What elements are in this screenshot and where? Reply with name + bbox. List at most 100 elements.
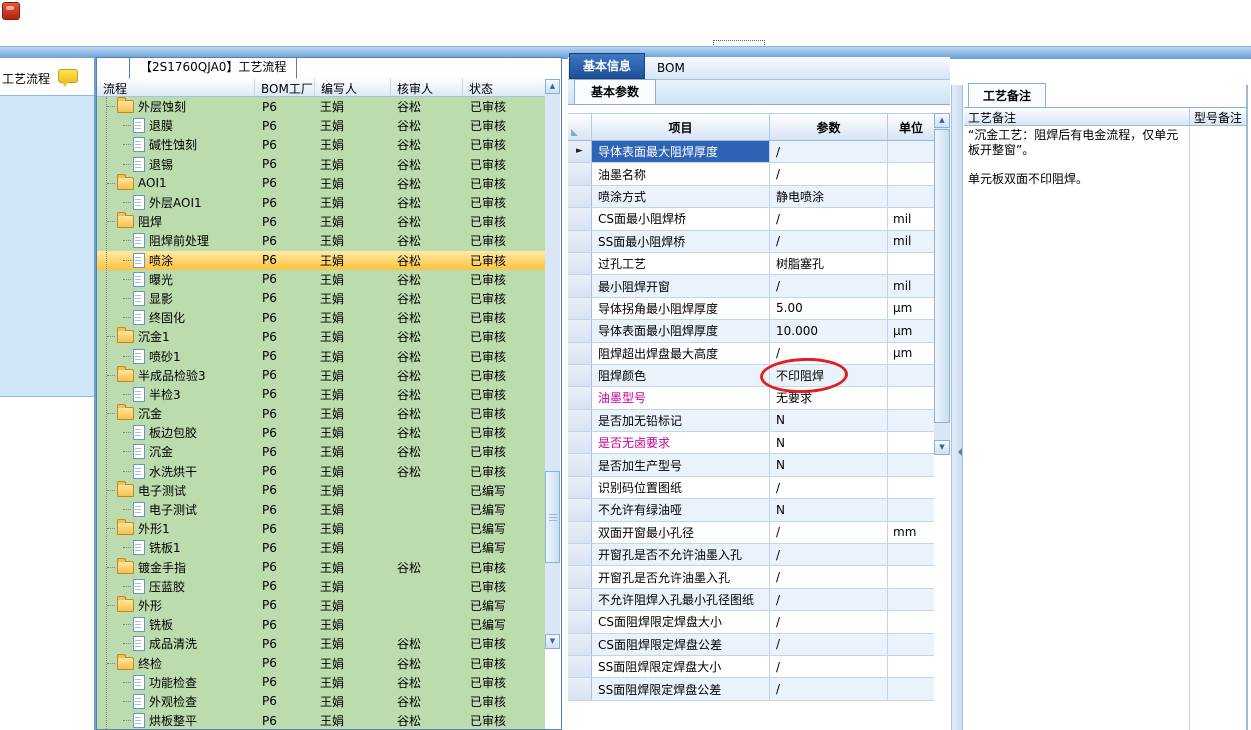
param-value-cell[interactable]: / [770,611,888,634]
param-value-cell[interactable]: 5.00 [770,297,888,321]
param-item-cell[interactable]: 油墨名称 [592,163,770,186]
scroll-up-icon[interactable]: ▲ [545,79,560,94]
col-header-value[interactable]: 参数 [770,114,888,140]
param-value-cell[interactable]: / [770,141,888,164]
process-row[interactable]: 功能检查 P6 王娟 谷松 已审核 [97,673,545,692]
col-header-item[interactable]: 项目 [592,114,770,140]
process-row[interactable]: 外形 P6 王娟 已编写 [97,595,545,615]
process-row[interactable]: 退锡 P6 王娟 谷松 已审核 [97,155,545,174]
process-row[interactable]: 外层蚀刻 P6 王娟 谷松 已审核 [97,97,545,116]
process-window-title-tab[interactable]: 【2S1760QJA0】工艺流程 [129,57,298,79]
param-row[interactable]: ► 导体表面最大阻焊厚度 / [568,141,934,164]
param-value-cell[interactable]: / [770,275,888,298]
param-item-cell[interactable]: 导体表面最小阻焊厚度 [592,320,770,343]
param-value-cell[interactable]: / [770,230,888,253]
process-row[interactable]: 终固化 P6 王娟 谷松 已审核 [97,308,545,327]
col-header-factory[interactable]: BOM工厂 [255,78,315,96]
process-row[interactable]: 电子测试 P6 王娟 已编写 [97,480,545,500]
param-row[interactable]: 油墨型号 无要求 [568,387,934,410]
param-item-cell[interactable]: 过孔工艺 [592,252,770,276]
param-value-cell[interactable]: / [770,566,888,589]
param-value-cell[interactable]: / [770,476,888,500]
param-row[interactable]: SS面阻焊限定焊盘大小 / [568,655,934,679]
param-item-cell[interactable]: 阻焊超出焊盘最大高度 [592,342,770,365]
process-row[interactable]: 半检3 P6 王娟 谷松 已审核 [97,385,545,404]
param-value-cell[interactable]: N [770,454,888,477]
col-header-reviewer[interactable]: 核审人 [391,78,463,96]
param-item-cell[interactable]: CS面阻焊限定焊盘公差 [592,633,770,656]
param-row[interactable]: 导体拐角最小阻焊厚度 5.00 μm [568,297,934,321]
param-value-cell[interactable]: N [770,499,888,522]
process-row[interactable]: 压蓝胶 P6 王娟 已审核 [97,577,545,596]
param-row[interactable]: CS面阻焊限定焊盘公差 / [568,633,934,656]
param-item-cell[interactable]: SS面阻焊限定焊盘大小 [592,655,770,679]
process-row[interactable]: 外观检查 P6 王娟 谷松 已审核 [97,692,545,711]
process-row[interactable]: 外层AOI1 P6 王娟 谷松 已审核 [97,193,545,212]
process-row[interactable]: 退膜 P6 王娟 谷松 已审核 [97,116,545,135]
param-item-cell[interactable]: CS面阻焊限定焊盘大小 [592,611,770,634]
model-notes-cell[interactable] [1190,126,1246,730]
process-row[interactable]: 板边包胶 P6 王娟 谷松 已审核 [97,423,545,442]
param-row[interactable]: 不允许阻焊入孔最小孔径图纸 / [568,588,934,612]
scroll-thumb[interactable] [545,471,560,563]
process-row[interactable]: 喷涂 P6 王娟 谷松 已审核 [97,250,545,270]
param-item-cell[interactable]: SS面最小阻焊桥 [592,230,770,253]
param-item-cell[interactable]: 最小阻焊开窗 [592,275,770,298]
scroll-thumb[interactable] [934,129,950,423]
tab-process-notes[interactable]: 工艺备注 [968,83,1047,107]
param-row[interactable]: 最小阻焊开窗 / mil [568,275,934,298]
param-row[interactable]: SS面最小阻焊桥 / mil [568,230,934,253]
param-value-cell[interactable]: / [770,678,888,701]
process-row[interactable]: 半成品检验3 P6 王娟 谷松 已审核 [97,365,545,385]
col-header-writer[interactable]: 编写人 [315,78,391,96]
param-item-cell[interactable]: 识别码位置图纸 [592,476,770,500]
process-row[interactable]: 曝光 P6 王娟 谷松 已审核 [97,270,545,289]
process-row[interactable]: 终检 P6 王娟 谷松 已审核 [97,653,545,672]
param-value-cell[interactable]: 树脂塞孔 [770,252,888,276]
process-row[interactable]: 沉金 P6 王娟 谷松 已审核 [97,404,545,423]
param-value-cell[interactable]: / [770,544,888,567]
param-value-cell[interactable]: 不印阻焊 [770,364,888,388]
scroll-down-icon[interactable]: ▼ [545,634,560,649]
param-item-cell[interactable]: 是否加生产型号 [592,454,770,477]
param-row[interactable]: 开窗孔是否不允许油墨入孔 / [568,544,934,567]
param-item-cell[interactable]: 开窗孔是否允许油墨入孔 [592,566,770,589]
process-scrollbar[interactable]: ▲ ▼ [545,79,560,649]
process-row[interactable]: 沉金1 P6 王娟 谷松 已审核 [97,327,545,346]
param-value-cell[interactable]: 静电喷涂 [770,185,888,209]
param-row[interactable]: 开窗孔是否允许油墨入孔 / [568,566,934,589]
param-item-cell[interactable]: 不允许阻焊入孔最小孔径图纸 [592,588,770,612]
tab-basic-params[interactable]: 基本参数 [574,79,657,104]
tab-basic-info[interactable]: 基本信息 [569,53,646,79]
process-row[interactable]: 阻焊前处理 P6 王娟 谷松 已审核 [97,231,545,250]
param-item-cell[interactable]: 油墨型号 [592,387,770,410]
process-row[interactable]: 成品清洗 P6 王娟 谷松 已审核 [97,634,545,653]
tab-bom[interactable]: BOM [645,58,697,79]
param-item-cell[interactable]: 导体表面最大阻焊厚度 [592,141,770,164]
param-item-cell[interactable]: CS面最小阻焊桥 [592,208,770,231]
scroll-down-icon[interactable]: ▼ [934,440,950,455]
param-value-cell[interactable]: / [770,163,888,186]
param-grid-scrollbar[interactable]: ▲ ▼ [934,113,950,455]
param-row[interactable]: 喷涂方式 静电喷涂 [568,185,934,209]
col-header-unit[interactable]: 单位 [888,114,934,140]
param-row[interactable]: 不允许有绿油哑 N [568,499,934,522]
process-row[interactable]: 镀金手指 P6 王娟 谷松 已审核 [97,557,545,577]
param-item-cell[interactable]: 导体拐角最小阻焊厚度 [592,297,770,321]
scroll-up-icon[interactable]: ▲ [934,113,950,128]
process-notes-text[interactable]: “沉金工艺：阻焊后有电金流程，仅单元板开整窗”。 单元板双面不印阻焊。 [964,126,1190,730]
comment-bubble-icon[interactable] [58,69,78,87]
process-row[interactable]: 烘板整平 P6 王娟 谷松 已审核 [97,711,545,729]
param-value-cell[interactable]: / [770,633,888,656]
param-value-cell[interactable]: 10.000 [770,320,888,343]
param-item-cell[interactable]: 是否加无铅标记 [592,409,770,433]
param-value-cell[interactable]: / [770,655,888,679]
col-header-model-notes[interactable]: 型号备注 [1190,108,1246,125]
process-row[interactable]: 水洗烘干 P6 王娟 谷松 已审核 [97,462,545,481]
param-value-cell[interactable]: N [770,409,888,433]
param-row[interactable]: 识别码位置图纸 / [568,476,934,500]
process-row[interactable]: 喷砂1 P6 王娟 谷松 已审核 [97,346,545,365]
param-row[interactable]: CS面阻焊限定焊盘大小 / [568,611,934,634]
process-row[interactable]: 铣板 P6 王娟 已编写 [97,615,545,634]
param-value-cell[interactable]: / [770,588,888,612]
